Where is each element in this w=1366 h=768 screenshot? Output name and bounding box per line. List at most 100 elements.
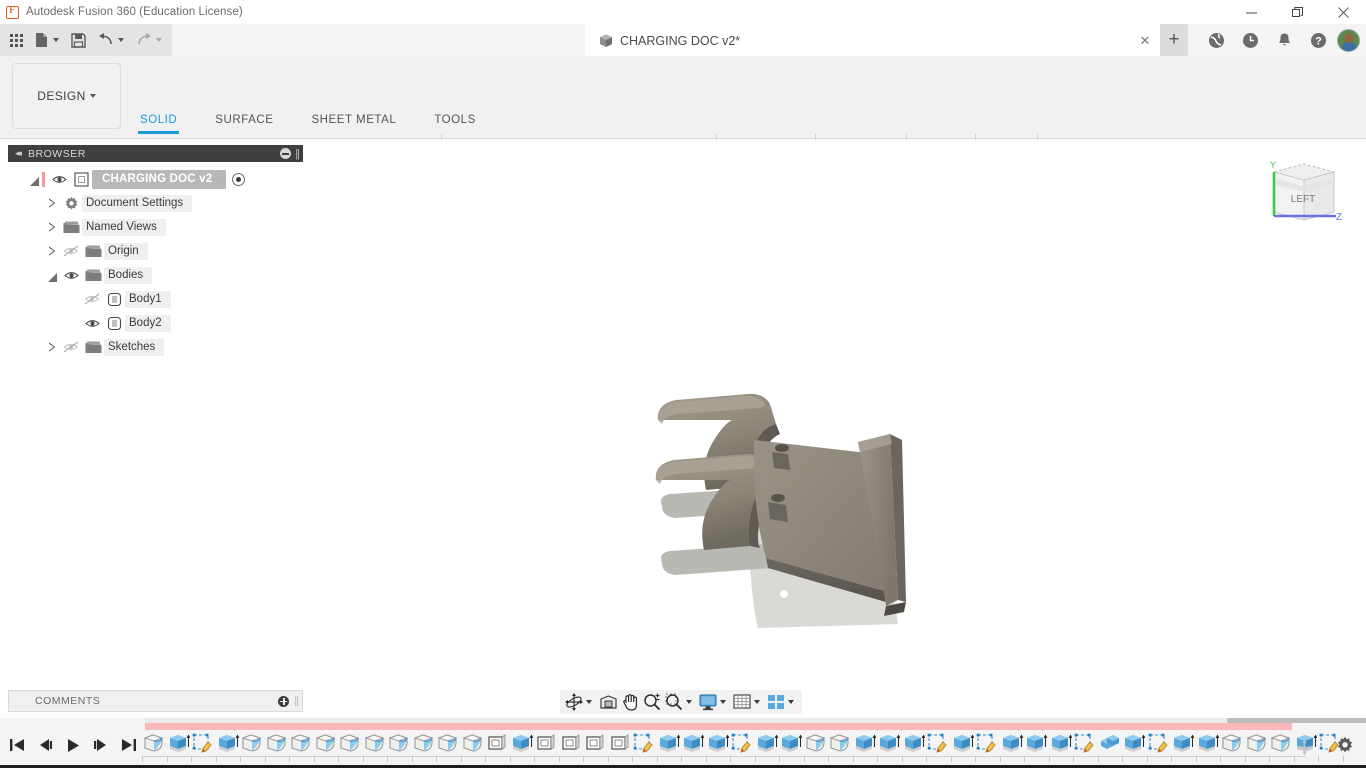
timeline-feature-26[interactable] <box>755 730 780 756</box>
timeline-step-back-button[interactable] <box>34 732 56 758</box>
timeline-feature-20[interactable] <box>608 730 633 756</box>
job-status-button[interactable] <box>1233 24 1267 56</box>
zoom-button[interactable] <box>641 691 663 713</box>
save-button[interactable] <box>65 25 92 55</box>
timeline-feature-37[interactable] <box>1024 730 1049 756</box>
document-tab[interactable]: CHARGING DOC v2* ✕ <box>585 24 1160 56</box>
new-tab-button[interactable]: + <box>1160 24 1188 56</box>
grid-snaps-button[interactable] <box>731 691 765 713</box>
tree-item-origin[interactable]: Origin <box>8 239 303 263</box>
app-grid-button[interactable] <box>4 25 29 55</box>
timeline-feature-44[interactable] <box>1196 730 1221 756</box>
timeline-feature-1[interactable] <box>142 730 167 756</box>
timeline-step-forward-button[interactable] <box>90 732 112 758</box>
minimize-icon[interactable] <box>1228 0 1274 24</box>
view-cube[interactable]: LEFT Y Z <box>1260 154 1346 240</box>
timeline-feature-18[interactable] <box>559 730 584 756</box>
fit-button[interactable] <box>663 691 697 713</box>
timeline-feature-45[interactable] <box>1220 730 1245 756</box>
panel-grip[interactable]: || <box>294 695 298 707</box>
timeline-feature-19[interactable] <box>583 730 608 756</box>
timeline-feature-32[interactable] <box>902 730 927 756</box>
tree-item-named-views[interactable]: Named Views <box>8 215 303 239</box>
timeline-feature-23[interactable] <box>681 730 706 756</box>
redo-button[interactable] <box>130 25 168 55</box>
timeline-feature-25[interactable] <box>730 730 755 756</box>
timeline-feature-5[interactable] <box>240 730 265 756</box>
comments-panel[interactable]: COMMENTS || <box>8 690 303 712</box>
timeline-feature-47[interactable] <box>1269 730 1294 756</box>
visibility-toggle[interactable] <box>60 245 82 257</box>
timeline-feature-7[interactable] <box>289 730 314 756</box>
timeline-feature-40[interactable] <box>1098 730 1123 756</box>
pan-button[interactable] <box>620 691 641 713</box>
notifications-button[interactable] <box>1267 24 1301 56</box>
add-comment-icon[interactable] <box>278 696 289 707</box>
tab-sheet-metal[interactable]: SHEET METAL <box>311 114 396 132</box>
tree-item-root[interactable]: CHARGING DOC v2 <box>8 167 303 191</box>
close-icon[interactable] <box>1320 0 1366 24</box>
timeline-feature-6[interactable] <box>265 730 290 756</box>
timeline-play-button[interactable] <box>62 732 84 758</box>
tab-solid[interactable]: SOLID <box>140 114 177 132</box>
timeline-feature-14[interactable] <box>461 730 486 756</box>
timeline-feature-4[interactable] <box>216 730 241 756</box>
timeline-feature-28[interactable] <box>804 730 829 756</box>
timeline-feature-30[interactable] <box>853 730 878 756</box>
workspace-selector[interactable]: DESIGN <box>12 63 121 129</box>
timeline-feature-34[interactable] <box>951 730 976 756</box>
timeline-feature-46[interactable] <box>1245 730 1270 756</box>
collapse-all-icon[interactable] <box>280 148 291 159</box>
timeline-feature-38[interactable] <box>1049 730 1074 756</box>
extensions-button[interactable] <box>1199 24 1233 56</box>
visibility-toggle[interactable] <box>81 293 103 305</box>
timeline-feature-3[interactable] <box>191 730 216 756</box>
timeline-track[interactable] <box>142 730 1306 768</box>
timeline-feature-11[interactable] <box>387 730 412 756</box>
timeline-feature-2[interactable] <box>167 730 192 756</box>
timeline-go-to-end-button[interactable] <box>118 732 140 758</box>
tree-item-document-settings[interactable]: Document Settings <box>8 191 303 215</box>
timeline-feature-15[interactable] <box>485 730 510 756</box>
timeline-feature-27[interactable] <box>779 730 804 756</box>
visibility-toggle[interactable] <box>60 341 82 353</box>
maximize-icon[interactable] <box>1274 0 1320 24</box>
viewports-button[interactable] <box>765 691 799 713</box>
tab-surface[interactable]: SURFACE <box>215 114 273 132</box>
close-icon[interactable]: ✕ <box>1134 27 1156 55</box>
collapse-panel-icon[interactable]: ◂◂ <box>15 148 20 159</box>
timeline-feature-17[interactable] <box>534 730 559 756</box>
timeline-feature-29[interactable] <box>828 730 853 756</box>
timeline-feature-33[interactable] <box>926 730 951 756</box>
timeline-feature-41[interactable] <box>1122 730 1147 756</box>
tab-tools[interactable]: TOOLS <box>434 114 476 132</box>
timeline-feature-31[interactable] <box>877 730 902 756</box>
timeline-feature-9[interactable] <box>338 730 363 756</box>
timeline-feature-12[interactable] <box>412 730 437 756</box>
timeline-feature-22[interactable] <box>657 730 682 756</box>
expand-toggle[interactable] <box>44 215 60 239</box>
expand-toggle[interactable] <box>44 335 60 359</box>
timeline-feature-35[interactable] <box>975 730 1000 756</box>
timeline-feature-13[interactable] <box>436 730 461 756</box>
panel-grip[interactable]: || <box>295 148 299 160</box>
tree-item-sketches[interactable]: Sketches <box>8 335 303 359</box>
charging-dock-model[interactable] <box>640 388 940 638</box>
undo-button[interactable] <box>92 25 130 55</box>
timeline-settings-button[interactable] <box>1334 734 1356 756</box>
timeline-marker-bar[interactable] <box>145 723 1292 730</box>
visibility-toggle[interactable] <box>48 174 70 185</box>
timeline-feature-24[interactable] <box>706 730 731 756</box>
tree-item-body1[interactable]: Body1 <box>8 287 303 311</box>
orbit-button[interactable] <box>563 691 597 713</box>
look-at-button[interactable] <box>597 691 620 713</box>
timeline-feature-39[interactable] <box>1073 730 1098 756</box>
tree-item-bodies[interactable]: Bodies <box>8 263 303 287</box>
timeline-feature-42[interactable] <box>1147 730 1172 756</box>
timeline-go-to-beginning-button[interactable] <box>6 732 28 758</box>
timeline-feature-16[interactable] <box>510 730 535 756</box>
timeline-feature-36[interactable] <box>1000 730 1025 756</box>
timeline-drag-handle-icon[interactable] <box>1297 740 1312 758</box>
tree-item-body2[interactable]: Body2 <box>8 311 303 335</box>
timeline-feature-21[interactable] <box>632 730 657 756</box>
